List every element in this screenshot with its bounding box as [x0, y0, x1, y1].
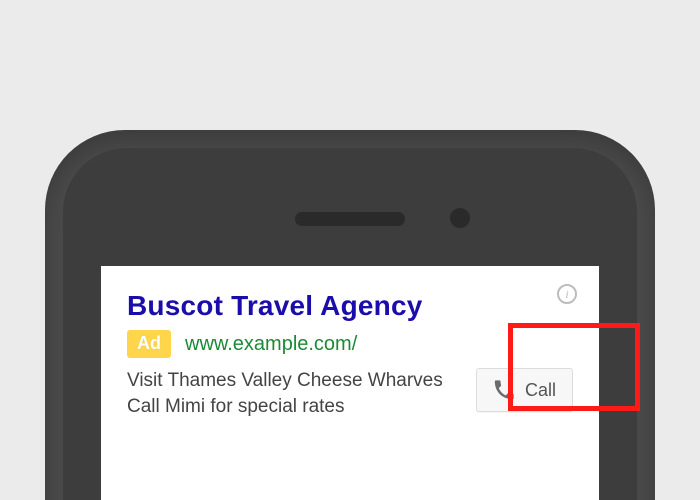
ad-description-line-1: Visit Thames Valley Cheese Wharves — [127, 368, 460, 394]
ad-badge: Ad — [127, 330, 171, 358]
phone-screen: i Buscot Travel Agency Ad www.example.co… — [101, 266, 599, 500]
info-icon[interactable]: i — [557, 284, 577, 304]
phone-bezel: i Buscot Travel Agency Ad www.example.co… — [63, 148, 637, 500]
ad-body: Visit Thames Valley Cheese Wharves Call … — [127, 368, 573, 419]
call-button[interactable]: Call — [476, 368, 573, 412]
ad-description-line-2: Call Mimi for special rates — [127, 394, 460, 420]
ad-url-line: Ad www.example.com/ — [127, 330, 573, 358]
phone-icon — [493, 379, 515, 401]
stage: i Buscot Travel Agency Ad www.example.co… — [0, 0, 700, 500]
ad-headline[interactable]: Buscot Travel Agency — [127, 290, 573, 322]
phone-camera — [450, 208, 470, 228]
phone-speaker — [295, 212, 405, 226]
search-ad-card: i Buscot Travel Agency Ad www.example.co… — [113, 278, 587, 433]
ad-display-url[interactable]: www.example.com/ — [185, 333, 357, 356]
phone-frame: i Buscot Travel Agency Ad www.example.co… — [45, 130, 655, 500]
call-button-label: Call — [525, 380, 556, 401]
ad-description: Visit Thames Valley Cheese Wharves Call … — [127, 368, 460, 419]
